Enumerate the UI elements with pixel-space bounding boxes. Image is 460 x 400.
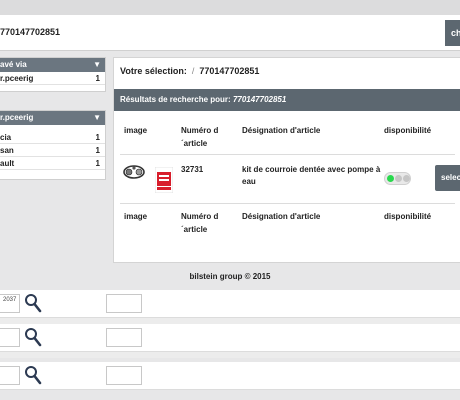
- chevron-down-icon[interactable]: ▼: [93, 58, 101, 72]
- row-gap: [0, 352, 460, 358]
- filter-panel-1: avé via ▼ r.pceerig 1: [0, 57, 106, 92]
- filter-item[interactable]: r.pceerig 1: [0, 72, 105, 85]
- row-divider: [120, 203, 455, 204]
- search-icon[interactable]: [24, 327, 42, 349]
- column-header-image: image: [124, 126, 148, 135]
- results-header: Résultats de recherche pour: 77014770285…: [114, 89, 460, 111]
- row-field[interactable]: [106, 294, 142, 313]
- row-field[interactable]: [106, 328, 142, 347]
- column-header-designation: Désignation d'article: [242, 126, 321, 135]
- febi-logo-icon: [154, 166, 174, 194]
- row-input[interactable]: 2037: [0, 294, 20, 313]
- availability-dot: [395, 175, 402, 182]
- filter-item-count: 1: [95, 133, 100, 142]
- search-bar: 770147702851 ch: [0, 15, 460, 51]
- filter-item-label: r.pceerig: [0, 74, 34, 83]
- availability-dot: [403, 175, 410, 182]
- filter-panel-2: r.pceerig ▼ cia 1 san 1 ault 1: [0, 110, 106, 180]
- results-header-label: Résultats de recherche pour:: [120, 95, 231, 104]
- filter-item[interactable]: san 1: [0, 144, 105, 157]
- filter-item[interactable]: cia 1: [0, 131, 105, 144]
- timing-belt-kit-icon: [123, 165, 145, 179]
- filter-item-label: san: [0, 146, 14, 155]
- column-header-availability: disponibilité: [384, 126, 432, 135]
- filter-panel-2-header[interactable]: r.pceerig ▼: [0, 111, 105, 125]
- footer-copyright: bilstein group © 2015: [189, 272, 271, 281]
- list-item: [0, 362, 460, 390]
- article-number[interactable]: 32731: [181, 164, 203, 176]
- filter-item-label: ault: [0, 159, 15, 168]
- filter-item-count: 1: [95, 74, 100, 83]
- breadcrumb-value[interactable]: 770147702851: [199, 66, 259, 76]
- column-header-article-no: Numéro d ´article: [181, 212, 219, 234]
- filter-item[interactable]: ault 1: [0, 157, 105, 170]
- select-button[interactable]: selec: [435, 165, 460, 191]
- filter-item-label: cia: [0, 133, 12, 142]
- column-header-designation: Désignation d'article: [242, 212, 321, 221]
- availability-indicator: [384, 172, 411, 185]
- product-image[interactable]: [122, 162, 146, 184]
- breadcrumb-separator: /: [191, 66, 195, 76]
- filter-panel-2-title: r.pceerig: [0, 113, 34, 122]
- brand-logo: [154, 166, 174, 195]
- filter-item-count: 1: [95, 146, 100, 155]
- column-header-availability: disponibilité: [384, 212, 432, 221]
- filter-panel-1-header[interactable]: avé via ▼: [0, 58, 105, 72]
- availability-dot-green: [387, 175, 394, 182]
- list-item: [0, 324, 460, 352]
- column-header-article-no: Numéro d ´article: [181, 126, 219, 148]
- filter-item-count: 1: [95, 159, 100, 168]
- breadcrumb: Votre sélection: / 770147702851: [120, 66, 259, 76]
- results-header-value: 770147702851: [232, 95, 287, 104]
- chevron-down-icon[interactable]: ▼: [93, 111, 101, 125]
- search-query-value[interactable]: 770147702851: [0, 27, 60, 37]
- search-button[interactable]: ch: [445, 20, 460, 46]
- row-field[interactable]: [106, 366, 142, 385]
- list-item: 2037: [0, 290, 460, 318]
- row-input[interactable]: [0, 366, 20, 385]
- results-panel: Votre sélection: / 770147702851 Résultats …: [113, 57, 460, 263]
- row-input[interactable]: [0, 328, 20, 347]
- column-header-image: image: [124, 212, 148, 221]
- search-icon[interactable]: [24, 365, 42, 387]
- top-band: [0, 0, 460, 15]
- search-icon[interactable]: [24, 293, 42, 315]
- filter-panel-1-title: avé via: [0, 60, 27, 69]
- breadcrumb-label: Votre sélection:: [120, 66, 187, 76]
- row-divider: [120, 154, 455, 155]
- article-designation: kit de courroie dentée avec pompe à eau: [242, 165, 381, 186]
- lower-search-rows: 2037: [0, 290, 460, 400]
